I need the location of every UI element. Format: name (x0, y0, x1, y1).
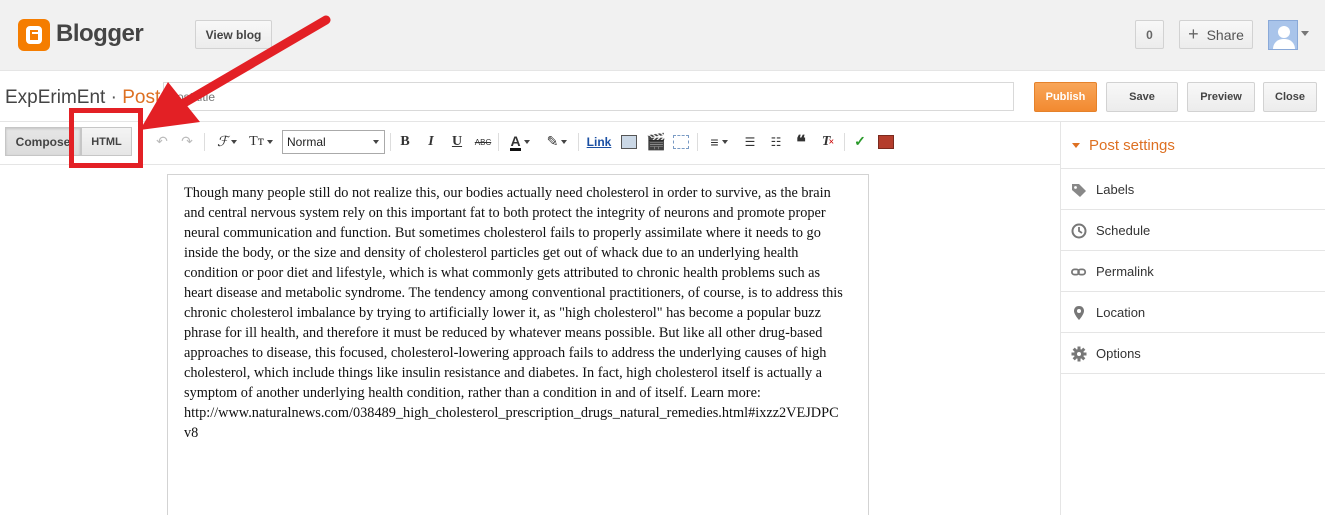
format-select-value: Normal (287, 135, 326, 149)
align-icon[interactable]: ≡ (704, 131, 734, 153)
sidebar-item-location[interactable]: Location (1061, 292, 1325, 333)
brand-name[interactable]: Blogger (56, 20, 144, 48)
pin-icon (1074, 306, 1084, 320)
link-button[interactable]: Link (585, 131, 613, 153)
notification-count-button[interactable]: 0 (1135, 20, 1164, 49)
format-select[interactable]: Normal (282, 130, 385, 154)
text-color-icon[interactable]: A (505, 131, 535, 153)
chevron-down-icon[interactable] (1301, 31, 1309, 36)
preview-button[interactable]: Preview (1187, 82, 1255, 112)
breadcrumb: ExpErimEnt · Post (5, 87, 160, 109)
bold-icon[interactable]: B (397, 131, 413, 153)
post-title-input[interactable] (163, 82, 1014, 111)
link-icon (1071, 268, 1087, 276)
chevron-down-icon (1072, 143, 1080, 148)
clock-icon (1071, 223, 1087, 239)
highlight-icon[interactable]: ✎ (542, 131, 572, 153)
blog-name[interactable]: ExpErimEnt (5, 87, 105, 108)
redo-icon[interactable]: ↷ (178, 131, 196, 153)
share-label: Share (1206, 26, 1244, 43)
jump-break-icon[interactable] (671, 131, 691, 153)
video-icon[interactable]: 🎬 (646, 131, 666, 153)
strikethrough-icon[interactable]: ABC (473, 131, 493, 153)
close-button[interactable]: Close (1263, 82, 1317, 112)
bulleted-list-icon[interactable]: ☷ (767, 131, 785, 153)
gear-icon (1071, 346, 1087, 362)
font-family-icon[interactable]: ℱ (212, 131, 242, 153)
quote-icon[interactable]: ❝ (792, 131, 810, 153)
spellcheck-icon[interactable]: ✓ (850, 131, 870, 153)
chevron-down-icon (373, 140, 379, 144)
remove-formatting-icon[interactable]: T × (818, 131, 838, 153)
post-body-text: Though many people still do not realize … (184, 185, 843, 441)
blogger-logo-icon[interactable] (18, 19, 50, 51)
top-bar: Blogger View blog 0 + Share (0, 0, 1325, 71)
sidebar-item-permalink[interactable]: Permalink (1061, 251, 1325, 292)
plus-icon: + (1188, 24, 1199, 44)
view-blog-button[interactable]: View blog (195, 20, 272, 49)
undo-icon[interactable]: ↶ (153, 131, 171, 153)
sidebar-item-labels[interactable]: Labels (1061, 169, 1325, 210)
tag-icon (1072, 184, 1086, 197)
input-tools-icon[interactable] (876, 131, 896, 153)
post-settings-sidebar: Post settings Labels Schedule Permalink … (1060, 122, 1325, 515)
numbered-list-icon[interactable]: ☰ (741, 131, 759, 153)
save-button[interactable]: Save (1106, 82, 1178, 112)
post-title-row: ExpErimEnt · Post Publish Save Preview C… (0, 72, 1325, 122)
image-icon[interactable] (619, 131, 639, 153)
italic-icon[interactable]: I (423, 131, 439, 153)
sidebar-item-label: Labels (1096, 182, 1135, 197)
section-name: Post (122, 87, 161, 108)
font-size-icon[interactable]: Tᴛ (246, 131, 276, 153)
breadcrumb-separator: · (105, 87, 123, 108)
avatar[interactable] (1268, 20, 1298, 50)
sidebar-item-schedule[interactable]: Schedule (1061, 210, 1325, 251)
sidebar-item-label: Location (1096, 305, 1146, 320)
post-settings-header[interactable]: Post settings (1061, 122, 1325, 169)
sidebar-item-options[interactable]: Options (1061, 333, 1325, 374)
share-button[interactable]: + Share (1179, 20, 1253, 49)
sidebar-item-label: Permalink (1096, 264, 1154, 279)
post-settings-title: Post settings (1089, 137, 1175, 154)
underline-icon[interactable]: U (449, 131, 465, 153)
post-body-editor[interactable]: Though many people still do not realize … (167, 174, 869, 515)
editor-toolbar: Compose HTML ↶ ↷ ℱ Tᴛ Normal B I U ABC A… (0, 122, 1060, 165)
annotation-highlight-box (69, 108, 143, 168)
sidebar-item-label: Schedule (1096, 223, 1151, 238)
sidebar-item-label: Options (1096, 346, 1141, 361)
publish-button[interactable]: Publish (1034, 82, 1097, 112)
